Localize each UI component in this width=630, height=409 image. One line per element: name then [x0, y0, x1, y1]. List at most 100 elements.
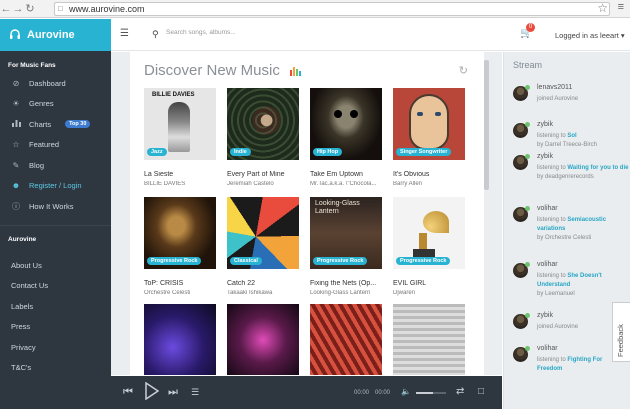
sidebar-link-labels[interactable]: Labels [0, 297, 111, 318]
album-title[interactable]: Every Part of Mine [227, 171, 299, 178]
sidebar-link-privacy[interactable]: Privacy [0, 338, 111, 359]
album-cover[interactable] [227, 304, 299, 375]
stream-item[interactable]: zybik joined Aurovine [513, 312, 628, 340]
stream-user[interactable]: zybik [537, 153, 553, 160]
album-cover[interactable]: Progressive Rock [144, 197, 216, 269]
album-cover[interactable] [310, 304, 382, 375]
star-icon: ☆ [12, 140, 20, 150]
album-artist[interactable]: Jeremiah Castelo [227, 181, 299, 187]
genre-tag[interactable]: Progressive Rock [147, 257, 202, 265]
album-artist[interactable]: Takaaki Ishikawa [227, 290, 299, 296]
stream-item[interactable]: volihar listening to She Doesn't Underst… [513, 261, 628, 307]
play-icon[interactable] [145, 381, 160, 405]
sidebar-link-contact[interactable]: Contact Us [0, 276, 111, 297]
chat-icon[interactable]: □ [478, 386, 484, 397]
track-link[interactable]: Sol [567, 133, 576, 139]
refresh-icon[interactable]: ↻ [459, 64, 468, 77]
genre-tag[interactable]: Indie [230, 148, 251, 156]
scrollbar-thumb[interactable] [484, 60, 489, 190]
album-cover[interactable]: BILLIE DAVIES Jazz [144, 88, 216, 160]
stream-user[interactable]: volihar [537, 205, 558, 212]
album-artist[interactable]: BILLIE DAVIES [144, 181, 216, 187]
sidebar-link-press[interactable]: Press [0, 317, 111, 338]
album-tile[interactable]: Looking-Glass Lantern Progressive Rock F… [310, 197, 382, 296]
search-input[interactable] [166, 29, 326, 36]
genre-tag[interactable]: Singer Songwriter [396, 148, 452, 156]
bookmark-star-icon[interactable]: ☆ [597, 1, 608, 15]
album-cover[interactable] [144, 304, 216, 375]
next-icon[interactable]: ⏭ [168, 386, 178, 399]
genre-tag[interactable]: Jazz [147, 148, 167, 156]
album-tile[interactable]: BILLIE DAVIES Jazz La Sieste BILLIE DAVI… [144, 88, 216, 187]
album-tile[interactable] [393, 304, 465, 375]
genre-tag[interactable]: Hip Hop [313, 148, 343, 156]
browser-menu-icon[interactable]: ≡ [618, 1, 624, 13]
album-cover[interactable]: Progressive Rock [393, 197, 465, 269]
album-artist[interactable]: Orchestre Celesti [144, 290, 216, 296]
album-cover[interactable]: Classical [227, 197, 299, 269]
album-title[interactable]: Fixing the Nets (Op... [310, 280, 382, 287]
album-title[interactable]: Catch 22 [227, 280, 299, 287]
feedback-tab[interactable]: Feedback [612, 302, 630, 362]
brand-header[interactable]: Aurovine [0, 19, 111, 51]
sidebar-item-register-login[interactable]: ☻ Register / Login [0, 176, 111, 197]
stream-item[interactable]: volihar listening to Fighting For Freedo… [513, 345, 628, 381]
volume-slider[interactable] [416, 392, 446, 394]
previous-icon[interactable]: ⏮ [123, 386, 133, 399]
genre-tag[interactable]: Progressive Rock [396, 257, 451, 265]
album-tile[interactable] [144, 304, 216, 375]
genre-tag[interactable]: Classical [230, 257, 262, 265]
stream-user[interactable]: zybik [537, 121, 553, 128]
sidebar-item-genres[interactable]: ☀ Genres [0, 94, 111, 115]
album-artist[interactable]: Mr.Tac.a.k.a. \"Chocola... [310, 181, 382, 187]
stream-user[interactable]: lenavs2011 [537, 84, 572, 91]
stream-item[interactable]: zybik listening to Sol by Darrel Treece-B… [513, 121, 628, 157]
stream-user[interactable]: zybik [537, 312, 553, 319]
genre-tag[interactable]: Progressive Rock [313, 257, 368, 265]
playlist-icon[interactable]: ☰ [191, 387, 199, 398]
album-tile[interactable] [310, 304, 382, 375]
menu-toggle-icon[interactable]: ☰ [120, 28, 129, 39]
album-tile[interactable]: Singer Songwriter It's Obvious Barry All… [393, 88, 465, 187]
album-title[interactable]: Take Em Uptown [310, 171, 382, 178]
volume-icon[interactable]: 🔈 [401, 387, 411, 396]
track-link[interactable]: Waiting for you to die [567, 165, 628, 171]
sidebar-item-dashboard[interactable]: ⊘ Dashboard [0, 73, 111, 94]
stream-item[interactable]: lenavs2011 joined Aurovine [513, 84, 628, 112]
sidebar-link-terms[interactable]: T&C's [0, 358, 111, 379]
stream-user[interactable]: volihar [537, 261, 558, 268]
album-cover[interactable] [393, 304, 465, 375]
album-title[interactable]: It's Obvious [393, 171, 465, 178]
user-menu[interactable]: Logged in as leeart ▾ [555, 31, 625, 40]
album-cover[interactable]: Singer Songwriter [393, 88, 465, 160]
reload-icon[interactable]: ↻ [24, 1, 36, 17]
album-artist[interactable]: Barry Allen [393, 181, 465, 187]
stream-item[interactable]: zybik listening to Waiting for you to di… [513, 153, 628, 199]
album-tile[interactable]: Progressive Rock EVIL GIRL Djwaren [393, 197, 465, 296]
album-tile[interactable]: Classical Catch 22 Takaaki Ishikawa [227, 197, 299, 296]
back-icon[interactable]: ← [0, 1, 12, 17]
sidebar-item-how-it-works[interactable]: ⓘ How It Works [0, 196, 111, 217]
album-tile[interactable]: Progressive Rock ToP: CRISIS Orchestre C… [144, 197, 216, 296]
album-artist[interactable]: Looking-Glass Lantern [310, 290, 382, 296]
album-tile[interactable]: Indie Every Part of Mine Jeremiah Castel… [227, 88, 299, 187]
album-cover[interactable]: Indie [227, 88, 299, 160]
album-title[interactable]: ToP: CRISIS [144, 280, 216, 287]
sidebar-item-blog[interactable]: ✎ Blog [0, 155, 111, 176]
main-scrollbar[interactable] [484, 52, 489, 375]
album-tile[interactable]: Hip Hop Take Em Uptown Mr.Tac.a.k.a. \"C… [310, 88, 382, 187]
sidebar-link-about[interactable]: About Us [0, 256, 111, 277]
sidebar-item-featured[interactable]: ☆ Featured [0, 135, 111, 156]
album-cover[interactable]: Looking-Glass Lantern Progressive Rock [310, 197, 382, 269]
album-cover[interactable]: Hip Hop [310, 88, 382, 160]
sidebar-item-charts[interactable]: Charts Top 30 [0, 114, 111, 135]
forward-icon[interactable]: → [12, 1, 24, 17]
album-title[interactable]: EVIL GIRL [393, 280, 465, 287]
album-title[interactable]: La Sieste [144, 171, 216, 178]
shuffle-icon[interactable]: ⇄ [456, 386, 464, 397]
album-artist[interactable]: Djwaren [393, 290, 465, 296]
stream-item[interactable]: volihar listening to Semiacoustic variat… [513, 205, 628, 251]
album-tile[interactable] [227, 304, 299, 375]
address-bar[interactable]: □ www.aurovine.com [54, 2, 610, 16]
stream-user[interactable]: volihar [537, 345, 558, 352]
